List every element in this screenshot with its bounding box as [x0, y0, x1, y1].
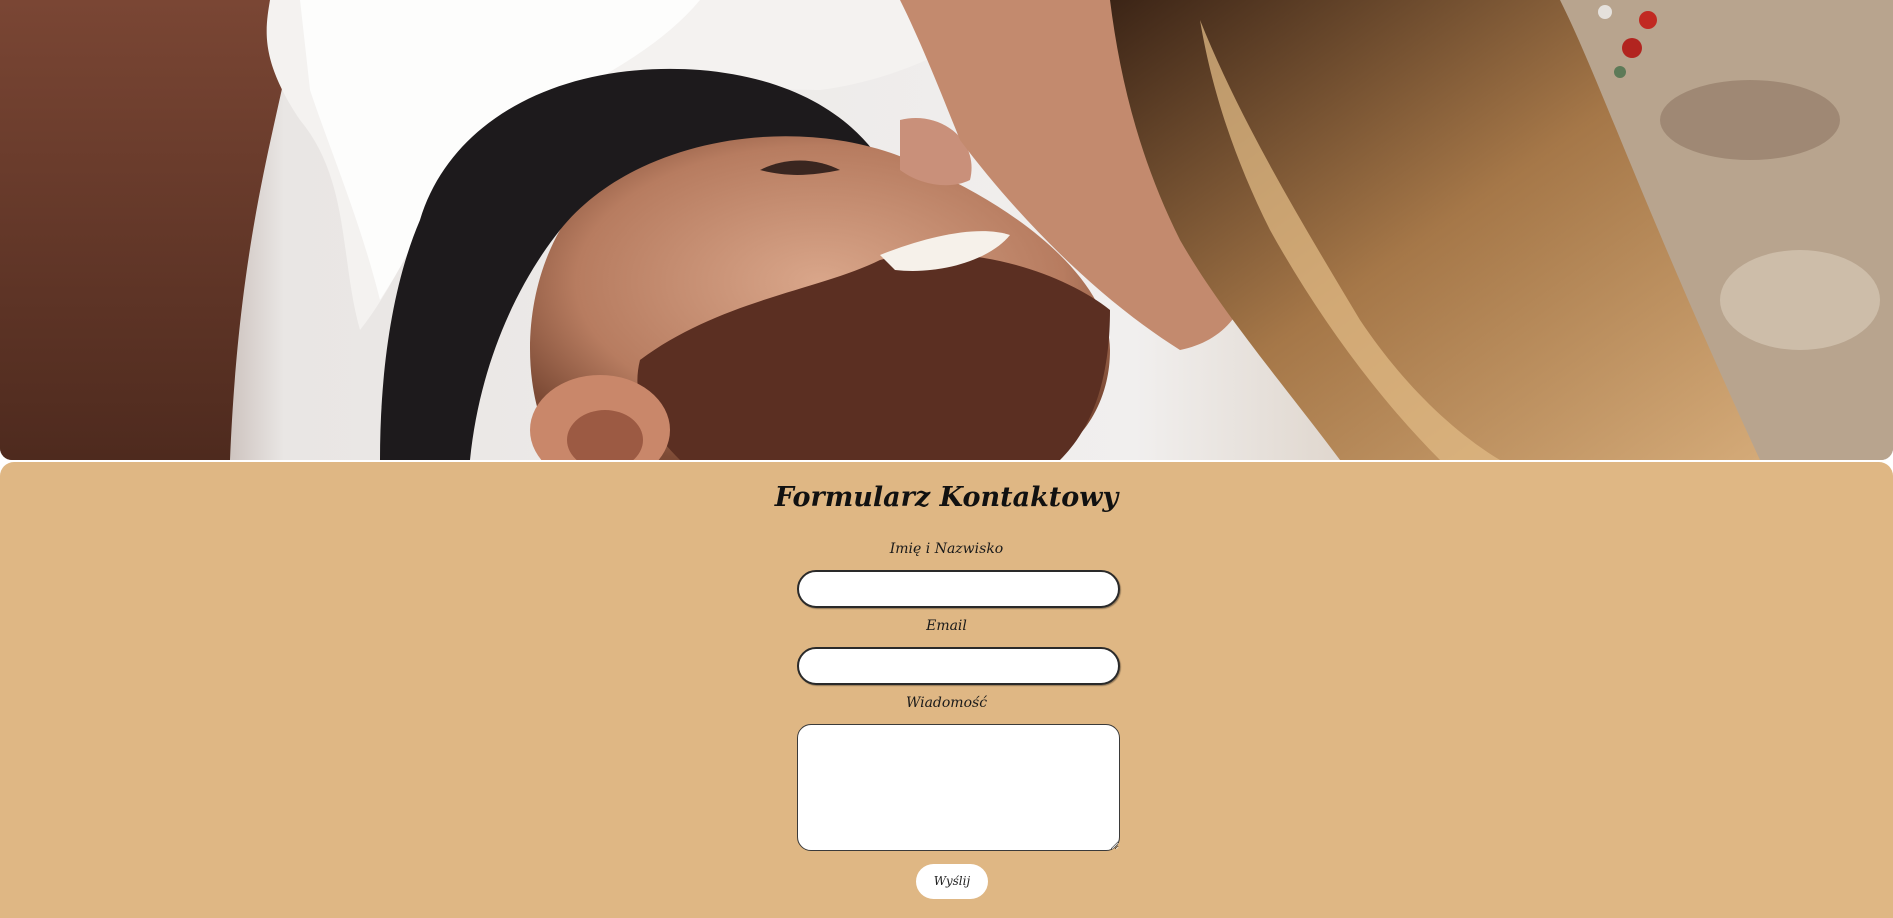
email-input[interactable] [797, 647, 1120, 685]
hero-photo [0, 0, 1893, 460]
contact-form-panel: Formularz Kontaktowy Imię i Nazwisko Ema… [0, 462, 1893, 918]
message-textarea[interactable] [797, 724, 1120, 851]
email-label: Email [926, 618, 967, 634]
name-label: Imię i Nazwisko [889, 541, 1004, 557]
wedding-couple-photo [0, 0, 1893, 460]
form-title: Formularz Kontaktowy [774, 482, 1119, 513]
message-label: Wiadomość [905, 695, 988, 711]
submit-button[interactable]: Wyślij [916, 864, 988, 899]
name-input[interactable] [797, 570, 1120, 608]
